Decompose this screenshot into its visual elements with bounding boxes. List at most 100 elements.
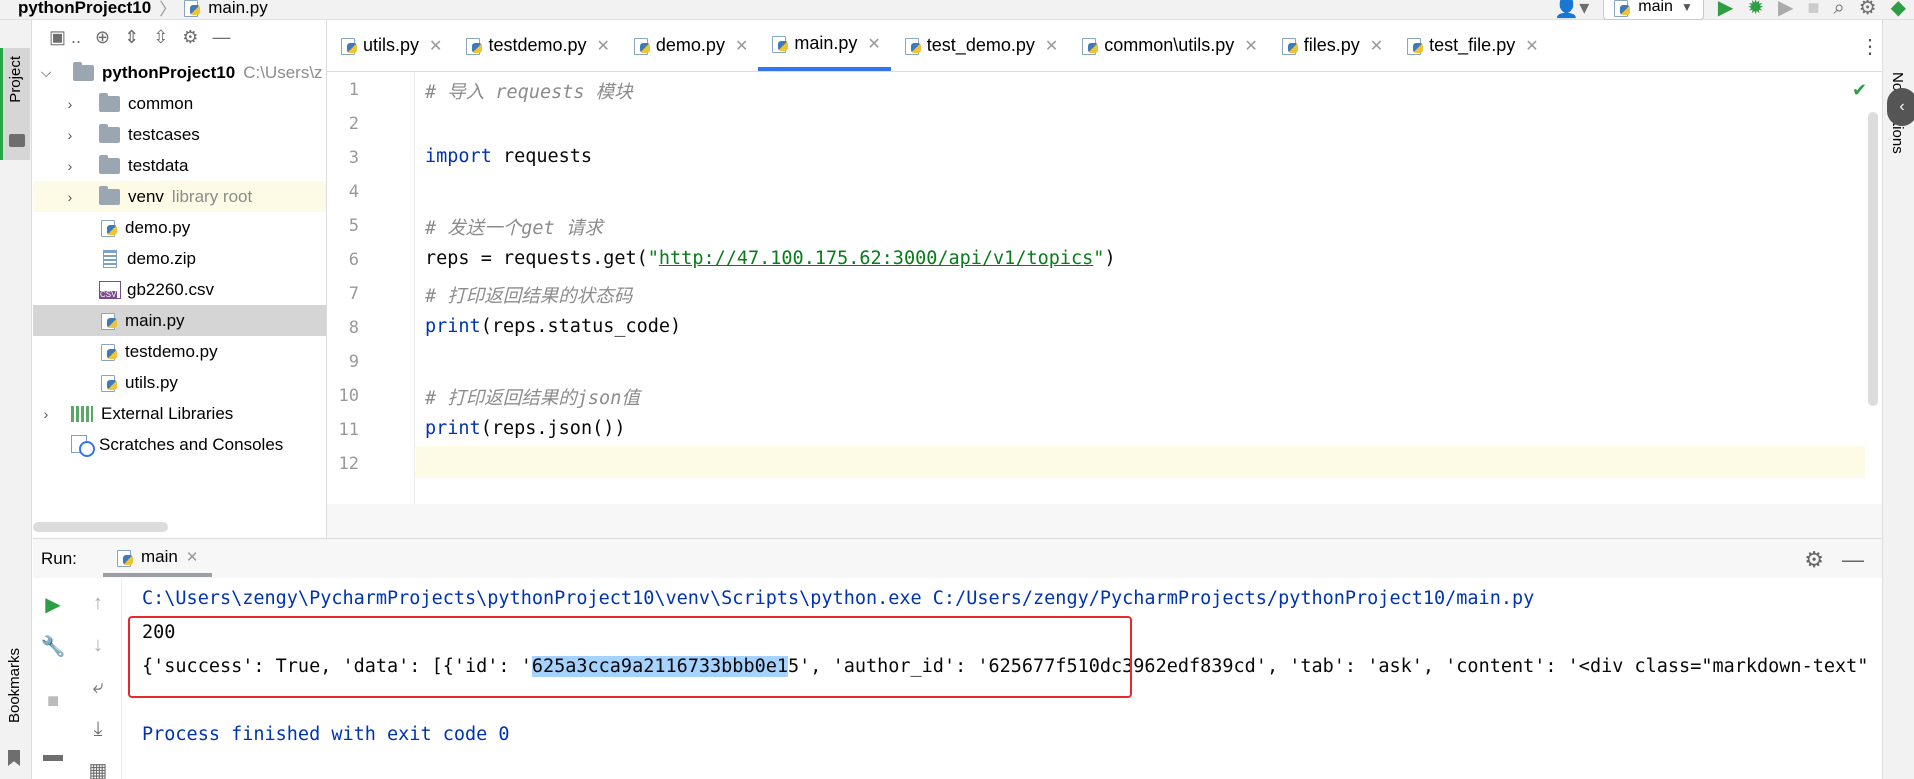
- stop-icon[interactable]: ■: [33, 690, 73, 713]
- plugin-icon[interactable]: ◆: [1891, 0, 1906, 18]
- bookmarks-tool-label: Bookmarks: [6, 648, 23, 724]
- chevron-down-icon: ▼: [1680, 0, 1693, 14]
- run-panel-header: Run: main ✕ ⚙ —: [33, 538, 1882, 578]
- chevron-right-icon[interactable]: ›: [63, 189, 77, 205]
- soft-wrap-icon[interactable]: ⤶: [78, 676, 118, 699]
- python-file-icon: [341, 37, 357, 55]
- collapse-all-icon[interactable]: ⇳: [153, 27, 168, 48]
- expand-all-icon[interactable]: ⇕: [124, 27, 139, 48]
- run-tab-main[interactable]: main ✕: [103, 541, 213, 577]
- close-icon[interactable]: ✕: [597, 36, 610, 56]
- editor-vertical-scrollbar[interactable]: [1868, 112, 1878, 406]
- tree-item-main-py[interactable]: main.py: [33, 305, 327, 336]
- tree-root[interactable]: ⌵ pythonProject10 C:\Users\z: [33, 57, 327, 88]
- tree-item-common[interactable]: › common: [33, 88, 327, 119]
- folder-icon: [99, 185, 120, 205]
- close-icon[interactable]: ✕: [1244, 36, 1257, 56]
- code-line-6: reps = requests.get("http://47.100.175.6…: [425, 248, 1116, 269]
- code-url-link[interactable]: http://47.100.175.62:3000/api/v1/topics: [659, 248, 1093, 269]
- code-keyword: import: [425, 146, 492, 167]
- locate-file-icon[interactable]: ⊕: [95, 27, 110, 48]
- close-icon[interactable]: ✕: [867, 34, 880, 54]
- tree-item-demo-zip[interactable]: demo.zip: [33, 243, 327, 274]
- tree-item-testdemo-py[interactable]: testdemo.py: [33, 336, 327, 367]
- tab-demo-py[interactable]: demo.py ✕: [620, 20, 758, 71]
- gear-icon[interactable]: ⚙: [182, 27, 198, 48]
- project-view-icon[interactable]: ▣ ..: [49, 27, 81, 48]
- print-icon[interactable]: ▦: [78, 758, 118, 779]
- line-number: 9: [348, 352, 359, 372]
- close-icon[interactable]: ✕: [735, 36, 748, 56]
- close-icon[interactable]: ✕: [1525, 36, 1538, 56]
- code-line-7: # 打印返回结果的状态码: [425, 282, 632, 308]
- line-number: 8: [348, 318, 359, 338]
- user-icon[interactable]: 👤▾: [1554, 0, 1589, 18]
- python-file-icon: [101, 374, 117, 392]
- tree-item-label: External Libraries: [101, 403, 234, 423]
- breadcrumb-project[interactable]: pythonProject10: [18, 0, 151, 18]
- tab-utils-py[interactable]: utils.py ✕: [327, 20, 452, 71]
- code-text: (reps.json()): [480, 418, 626, 439]
- project-tool-label: Project: [7, 56, 24, 103]
- run-icon[interactable]: ▶: [1718, 0, 1733, 18]
- breadcrumb-file[interactable]: main.py: [208, 0, 268, 18]
- close-icon[interactable]: ✕: [429, 36, 442, 56]
- code-editor[interactable]: # 导入 requests 模块 import requests # 发送一个g…: [415, 72, 1865, 504]
- chevron-right-icon[interactable]: ›: [63, 158, 77, 174]
- tree-item-external-libraries[interactable]: › External Libraries: [33, 398, 327, 429]
- project-tool-button[interactable]: Project: [0, 48, 30, 160]
- run-configuration-select[interactable]: main ▼: [1603, 0, 1704, 20]
- tree-item-scratches[interactable]: Scratches and Consoles: [33, 429, 327, 460]
- line-number: 1: [348, 80, 359, 100]
- more-tabs-icon[interactable]: ⋮: [1860, 34, 1880, 59]
- minimize-icon[interactable]: —: [1842, 547, 1864, 573]
- debug-icon[interactable]: ✹: [1747, 0, 1764, 18]
- tab-testdemo-py[interactable]: testdemo.py ✕: [452, 20, 619, 71]
- no-problems-check-icon[interactable]: ✔: [1852, 80, 1867, 101]
- tree-item-demo-py[interactable]: demo.py: [33, 212, 327, 243]
- tree-item-label: gb2260.csv: [127, 279, 214, 299]
- tree-root-path: C:\Users\z: [243, 62, 323, 82]
- notification-badge-icon[interactable]: ‹: [1887, 88, 1914, 126]
- close-icon[interactable]: ✕: [1045, 36, 1058, 56]
- tree-item-venv[interactable]: › venv library root: [33, 181, 327, 212]
- editor-bottom-area: [327, 504, 1882, 538]
- scroll-to-end-icon[interactable]: ⤓: [78, 718, 118, 741]
- tab-main-py[interactable]: main.py ✕: [758, 20, 891, 71]
- tab-test-demo-py[interactable]: test_demo.py ✕: [891, 20, 1068, 71]
- close-icon[interactable]: ✕: [186, 548, 199, 566]
- tree-item-testdata[interactable]: › testdata: [33, 150, 327, 181]
- hide-icon[interactable]: —: [212, 27, 230, 48]
- csv-file-icon: [99, 280, 121, 299]
- gear-icon[interactable]: ⚙: [1804, 547, 1824, 573]
- chevron-down-icon[interactable]: ⌵: [39, 64, 53, 81]
- wrench-icon[interactable]: 🔧: [33, 634, 73, 659]
- tree-item-label: common: [128, 93, 194, 113]
- coverage-icon[interactable]: ▶: [1778, 0, 1793, 18]
- line-number-gutter: 1 2 3 4 5 6 7 8 9 10 11 12: [327, 72, 415, 504]
- tab-label: main.py: [794, 33, 858, 53]
- code-text: reps = requests.get(: [425, 248, 648, 269]
- arrow-up-icon[interactable]: ↑: [78, 592, 118, 615]
- tab-test-file-py[interactable]: test_file.py ✕: [1393, 20, 1548, 71]
- search-icon[interactable]: ⌕: [1833, 0, 1844, 18]
- tree-item-testcases[interactable]: › testcases: [33, 119, 327, 150]
- run-panel-label: Run:: [41, 549, 77, 568]
- tab-common-utils-py[interactable]: common\utils.py ✕: [1068, 20, 1267, 71]
- tree-item-gb2260-csv[interactable]: gb2260.csv: [33, 274, 327, 305]
- tree-item-utils-py[interactable]: utils.py: [33, 367, 327, 398]
- stop-icon[interactable]: ■: [1807, 0, 1819, 18]
- arrow-down-icon[interactable]: ↓: [78, 634, 118, 657]
- project-horizontal-scrollbar[interactable]: [33, 522, 168, 532]
- settings-icon[interactable]: ⚙: [1859, 0, 1877, 18]
- layout-icon[interactable]: ▬: [33, 744, 73, 767]
- chevron-right-icon[interactable]: ›: [39, 406, 53, 422]
- tab-files-py[interactable]: files.py ✕: [1268, 20, 1393, 71]
- chevron-right-icon[interactable]: ›: [63, 127, 77, 143]
- rerun-icon[interactable]: ▶: [33, 592, 73, 617]
- breadcrumb: pythonProject10 〉 main.py: [18, 0, 268, 20]
- chevron-right-icon[interactable]: ›: [63, 96, 77, 112]
- console-command-line: C:\Users\zengy\PycharmProjects\pythonPro…: [142, 588, 1535, 609]
- close-icon[interactable]: ✕: [1370, 36, 1383, 56]
- python-file-icon: [633, 37, 650, 55]
